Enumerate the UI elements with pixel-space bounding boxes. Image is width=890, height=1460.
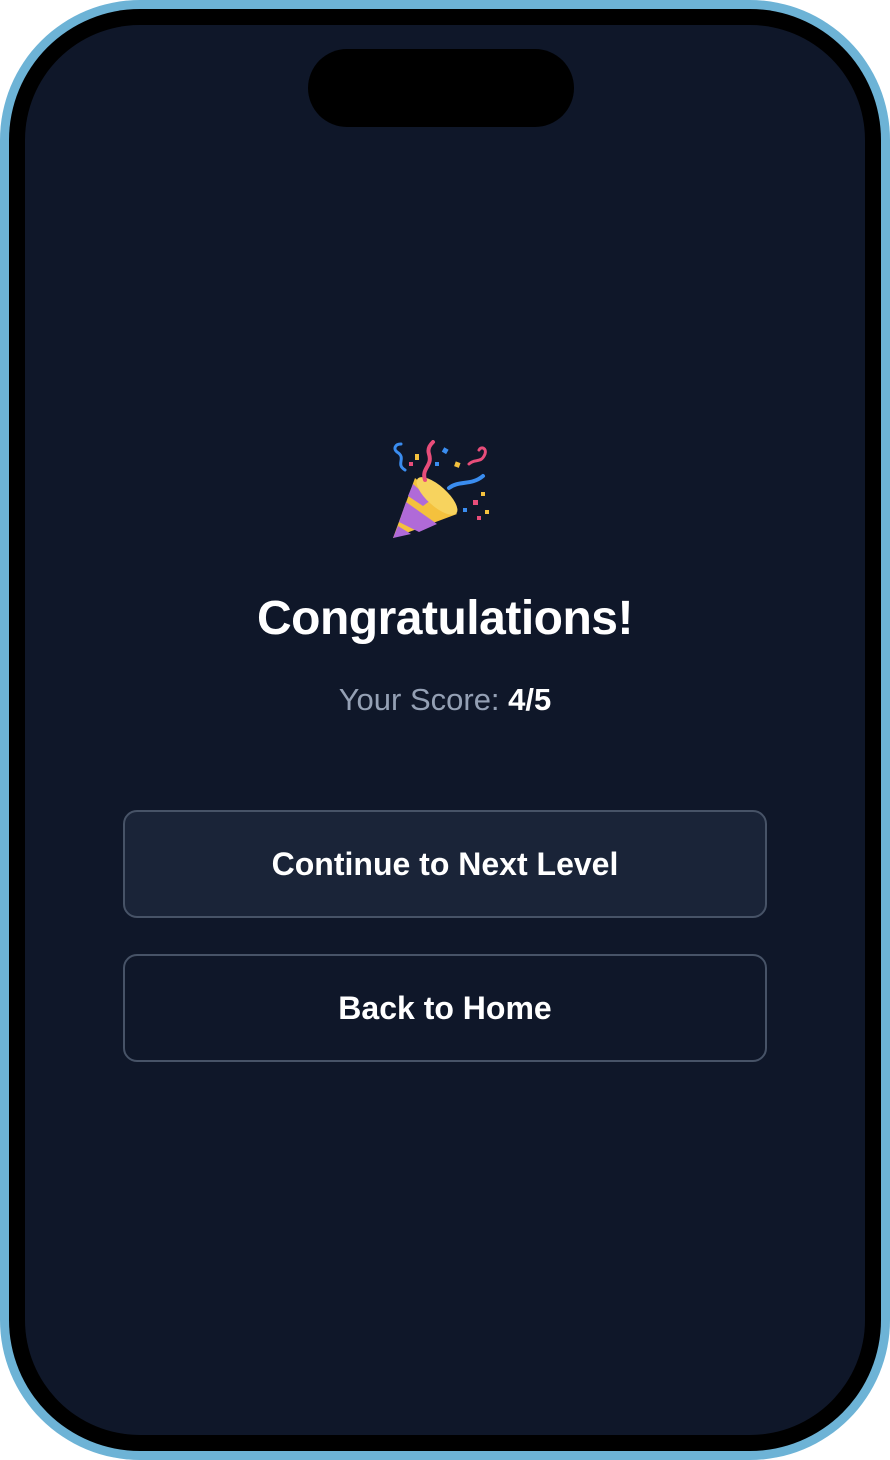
phone-frame: Congratulations! Your Score: 4/5 Continu… bbox=[0, 0, 890, 1460]
back-to-home-button[interactable]: Back to Home bbox=[123, 954, 767, 1062]
page-title: Congratulations! bbox=[257, 592, 633, 645]
score-label: Your Score: bbox=[338, 682, 500, 717]
score-value: 4/5 bbox=[508, 682, 552, 717]
party-popper-icon bbox=[393, 440, 489, 538]
score-line: Your Score: 4/5 bbox=[25, 682, 865, 718]
dynamic-island bbox=[308, 49, 574, 127]
results-screen: Congratulations! Your Score: 4/5 Continu… bbox=[25, 25, 865, 1435]
phone-bezel: Congratulations! Your Score: 4/5 Continu… bbox=[9, 9, 881, 1451]
home-button-label: Back to Home bbox=[338, 989, 552, 1026]
continue-button-label: Continue to Next Level bbox=[271, 845, 619, 882]
continue-next-level-button[interactable]: Continue to Next Level bbox=[123, 810, 767, 918]
